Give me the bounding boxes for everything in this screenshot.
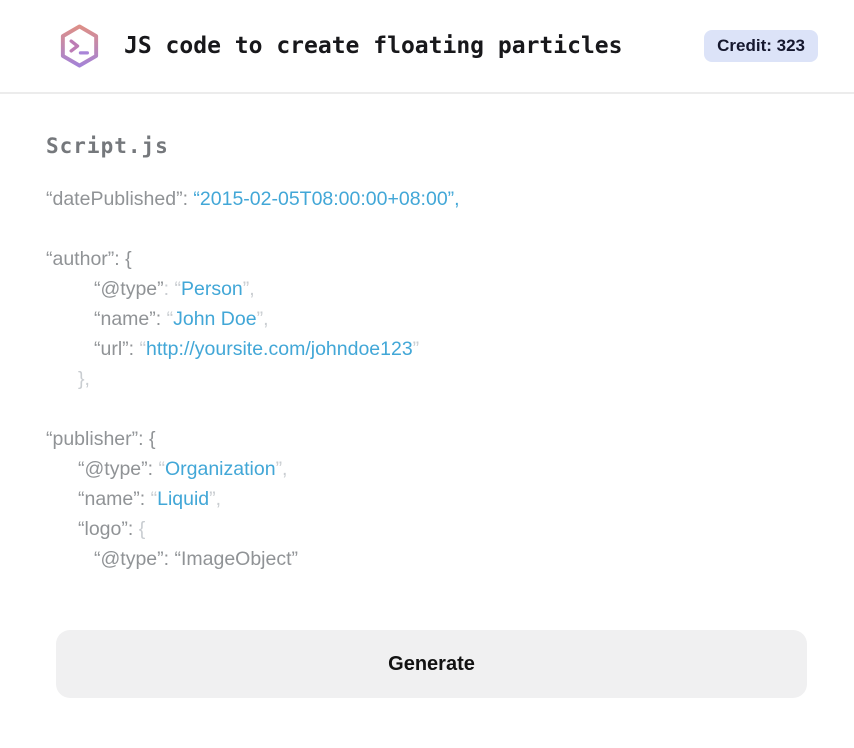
code-segment-key: “datePublished”: <box>46 188 194 210</box>
code-line: “url”: “http://yoursite.com/johndoe123” <box>46 334 807 364</box>
file-name-label: Script.js <box>46 134 169 158</box>
code-editor: “datePublished”: “2015-02-05T08:00:00+08… <box>46 184 807 574</box>
footer: Generate <box>0 574 854 698</box>
code-segment-dim: ”, <box>242 278 255 300</box>
code-segment-dim: ” <box>412 338 420 360</box>
code-line: “name”: “Liquid”, <box>46 484 807 514</box>
code-line: }, <box>46 364 807 394</box>
code-line: “name”: “John Doe”, <box>46 304 807 334</box>
code-segment-val: Person <box>180 278 243 300</box>
code-segment-key: “publisher”: { <box>46 428 156 450</box>
code-segment-key: “name”: <box>78 488 151 510</box>
code-segment-val: http://yoursite.com/johndoe123 <box>146 338 413 360</box>
code-segment-key: “name”: <box>94 308 167 330</box>
generate-button[interactable]: Generate <box>56 630 807 698</box>
code-segment-key: “@type”: “ImageObject” <box>94 548 299 570</box>
code-segment-key: “@type”: <box>78 458 159 480</box>
terminal-hexagon-icon <box>56 22 103 71</box>
code-segment-val: Liquid <box>157 488 210 510</box>
code-segment-dim: ”, <box>275 458 288 480</box>
code-line: “logo”: { <box>46 514 807 544</box>
code-segment-dim: { <box>138 518 146 540</box>
code-line: “datePublished”: “2015-02-05T08:00:00+08… <box>46 184 807 214</box>
page-title: JS code to create floating particles <box>124 33 623 59</box>
code-line: “author”: { <box>46 244 807 274</box>
main-content: Script.js “datePublished”: “2015-02-05T0… <box>0 94 854 574</box>
code-segment-key: “logo”: <box>78 518 139 540</box>
code-segment-dim: ”, <box>256 308 269 330</box>
credit-badge: Credit: 323 <box>704 30 818 62</box>
code-segment-dim: ”, <box>209 488 222 510</box>
code-line: “@type”: “ImageObject” <box>46 544 807 574</box>
header: JS code to create floating particles Cre… <box>0 0 854 94</box>
code-segment-val: Organization <box>164 458 276 480</box>
code-segment-key: “url”: <box>94 338 140 360</box>
code-segment-key: “author”: { <box>46 248 132 270</box>
code-line: “publisher”: { <box>46 424 807 454</box>
code-segment-dim: }, <box>78 368 90 390</box>
code-segment-val: John Doe <box>173 308 257 330</box>
code-segment-val: “2015-02-05T08:00:00+08:00”, <box>193 188 460 210</box>
code-line: “@type”: “Person”, <box>46 274 807 304</box>
code-line: “@type”: “Organization”, <box>46 454 807 484</box>
code-segment-dim: : “ <box>163 278 181 300</box>
code-segment-key: “@type” <box>94 278 164 300</box>
